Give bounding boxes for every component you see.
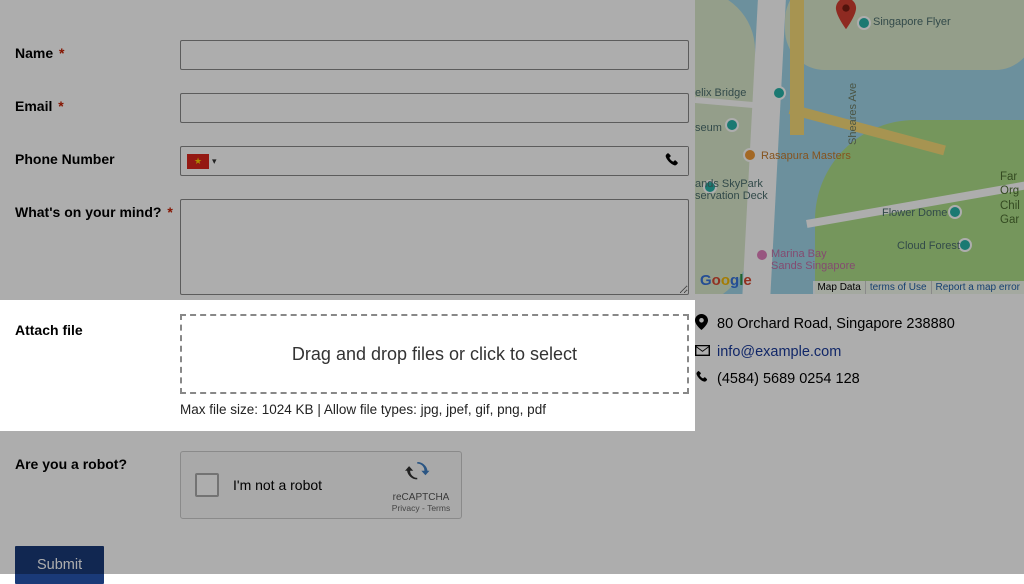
contact-address: 80 Orchard Road, Singapore 238880 bbox=[717, 316, 955, 332]
recaptcha-terms: Privacy - Terms bbox=[391, 503, 451, 513]
attach-label: Attach file bbox=[15, 314, 180, 338]
map-poi-icon bbox=[948, 205, 962, 219]
name-input[interactable] bbox=[180, 40, 689, 70]
map-label: elix Bridge bbox=[695, 87, 746, 99]
map-poi-icon bbox=[755, 248, 769, 262]
recaptcha-label: I'm not a robot bbox=[233, 477, 322, 493]
country-flag-selector[interactable]: ★ ▾ bbox=[181, 147, 217, 175]
contact-email-link[interactable]: info@example.com bbox=[717, 344, 841, 360]
form-column: Name * Email * Phone Number bbox=[0, 0, 695, 574]
email-input[interactable] bbox=[180, 93, 689, 123]
phone-label: Phone Number bbox=[15, 146, 180, 167]
map-poi-icon bbox=[772, 86, 786, 100]
map-pin-icon bbox=[835, 0, 857, 28]
attach-hint: Max file size: 1024 KB | Allow file type… bbox=[180, 402, 689, 417]
map-label-cutoff: Far Org Chil Gar bbox=[1000, 170, 1024, 228]
envelope-icon bbox=[695, 344, 713, 360]
message-textarea[interactable] bbox=[180, 199, 689, 295]
map-data-link[interactable]: Map Data bbox=[813, 281, 864, 294]
dropzone-text: Drag and drop files or click to select bbox=[292, 344, 577, 365]
phone-input[interactable] bbox=[217, 147, 688, 175]
file-dropzone[interactable]: Drag and drop files or click to select bbox=[180, 314, 689, 394]
contact-block: 80 Orchard Road, Singapore 238880 info@e… bbox=[695, 314, 1024, 388]
required-mark: * bbox=[58, 98, 63, 114]
phone-icon bbox=[695, 370, 713, 388]
flag-vn-icon: ★ bbox=[187, 154, 209, 169]
name-label: Name * bbox=[15, 40, 180, 61]
contact-phone: (4584) 5689 0254 128 bbox=[717, 371, 860, 387]
map-poi-icon bbox=[725, 118, 739, 132]
phone-icon bbox=[664, 152, 680, 173]
map-poi-icon bbox=[857, 16, 871, 30]
message-label: What's on your mind? * bbox=[15, 199, 180, 220]
map-label: ands SkyPark servation Deck bbox=[695, 178, 768, 202]
phone-input-wrap: ★ ▾ bbox=[180, 146, 689, 176]
robot-label: Are you a robot? bbox=[15, 451, 180, 472]
map-label: seum bbox=[695, 122, 722, 134]
map-footer: Map Data terms of Use Report a map error bbox=[813, 281, 1024, 294]
map-label: Singapore Flyer bbox=[873, 16, 951, 28]
map-label: Marina Bay Sands Singapore bbox=[771, 248, 855, 272]
map-label: Flower Dome bbox=[882, 207, 947, 219]
map-label: Rasapura Masters bbox=[761, 150, 851, 162]
map-terms-link[interactable]: terms of Use bbox=[865, 281, 931, 294]
required-mark: * bbox=[167, 204, 172, 220]
map-poi-icon bbox=[743, 148, 757, 162]
submit-button[interactable]: Submit bbox=[15, 546, 104, 584]
map-report-link[interactable]: Report a map error bbox=[931, 281, 1024, 294]
recaptcha-icon bbox=[404, 460, 438, 490]
required-mark: * bbox=[59, 45, 64, 61]
map-poi-icon bbox=[958, 238, 972, 252]
location-pin-icon bbox=[695, 314, 713, 334]
map-label: Cloud Forest bbox=[897, 240, 960, 252]
map-label: Sheares Ave bbox=[847, 83, 859, 145]
email-label: Email * bbox=[15, 93, 180, 114]
recaptcha-widget: I'm not a robot reCAPTCHA Privacy - Term… bbox=[180, 451, 462, 519]
recaptcha-checkbox[interactable] bbox=[195, 473, 219, 497]
side-column: Singapore Flyer elix Bridge seum Rasapur… bbox=[695, 0, 1024, 574]
map-widget[interactable]: Singapore Flyer elix Bridge seum Rasapur… bbox=[695, 0, 1024, 294]
recaptcha-brand: reCAPTCHA bbox=[391, 492, 451, 503]
google-logo: Google bbox=[700, 272, 752, 289]
